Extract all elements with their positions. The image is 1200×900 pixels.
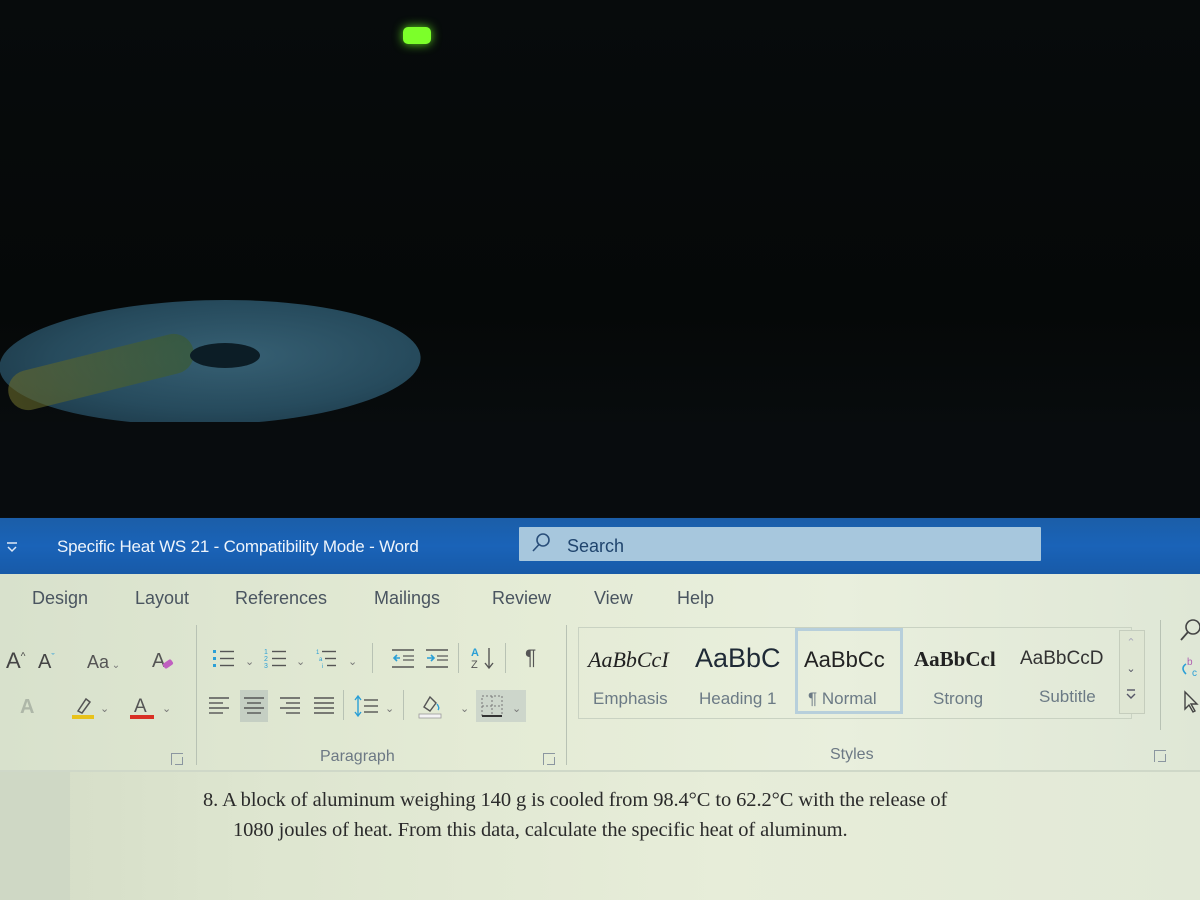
borders-icon[interactable] xyxy=(480,694,504,722)
svg-text:2: 2 xyxy=(264,656,268,663)
show-formatting-marks-icon[interactable]: ¶ xyxy=(525,647,536,668)
numbering-dropdown-icon[interactable]: ⌄ xyxy=(296,655,305,668)
increase-indent-icon[interactable] xyxy=(424,646,450,676)
svg-text:A: A xyxy=(471,647,479,659)
line-spacing-dropdown-icon[interactable]: ⌄ xyxy=(385,702,394,715)
style-name: Subtitle xyxy=(1039,687,1096,706)
tab-design[interactable]: Design xyxy=(32,588,88,609)
style-name: Heading 1 xyxy=(699,689,777,708)
shading-icon[interactable] xyxy=(418,693,444,723)
style-name: ¶ Normal xyxy=(808,689,877,708)
style-preview: AaBbCc xyxy=(804,647,885,672)
align-left-icon[interactable] xyxy=(208,694,230,722)
svg-text:1: 1 xyxy=(264,649,268,656)
document-line-2: 1080 joules of heat. From this data, cal… xyxy=(233,819,848,841)
tab-mailings[interactable]: Mailings xyxy=(374,588,440,609)
paragraph-dialog-launcher-icon[interactable] xyxy=(543,753,555,765)
text-effects-icon[interactable]: A xyxy=(20,697,34,717)
separator xyxy=(403,690,404,720)
align-center-icon[interactable] xyxy=(243,694,265,722)
replace-icon[interactable]: bc xyxy=(1178,656,1200,685)
document-title: Specific Heat WS 21 - Compatibility Mode… xyxy=(57,537,419,556)
font-color-dropdown-icon[interactable]: ⌄ xyxy=(162,702,171,715)
paragraph-group-label: Paragraph xyxy=(320,748,395,765)
multilevel-list-icon[interactable]: 1ai xyxy=(316,646,342,676)
separator xyxy=(372,643,373,673)
multilevel-dropdown-icon[interactable]: ⌄ xyxy=(348,655,357,668)
styles-group-label: Styles xyxy=(830,746,874,763)
webcam-led-indicator xyxy=(403,27,431,44)
document-line-1: 8. A block of aluminum weighing 140 g is… xyxy=(203,789,948,811)
font-dialog-launcher-icon[interactable] xyxy=(171,753,183,765)
change-case-button[interactable]: Aa ⌄ xyxy=(87,653,120,671)
styles-scroll-down-icon[interactable]: ⌄ xyxy=(1120,656,1142,682)
font-color-letter: A xyxy=(134,696,147,717)
svg-text:A: A xyxy=(152,650,166,672)
screen-top-edge xyxy=(0,422,1200,517)
bullets-icon[interactable] xyxy=(212,646,238,676)
group-separator xyxy=(566,625,567,765)
find-icon[interactable] xyxy=(1178,618,1200,649)
align-right-icon[interactable] xyxy=(279,694,301,722)
svg-text:c: c xyxy=(1192,668,1197,679)
styles-more-icon[interactable] xyxy=(1120,684,1142,710)
line-spacing-icon[interactable] xyxy=(354,694,380,722)
style-name: Emphasis xyxy=(593,689,668,708)
customize-quick-access-icon[interactable] xyxy=(5,540,19,554)
bullets-dropdown-icon[interactable]: ⌄ xyxy=(245,655,254,668)
borders-dropdown-icon[interactable]: ⌄ xyxy=(512,702,521,715)
highlight-color-icon[interactable] xyxy=(72,694,94,724)
style-preview: AaBbCcI xyxy=(588,647,669,672)
tab-review[interactable]: Review xyxy=(492,588,551,609)
grow-font-icon[interactable]: A^ xyxy=(6,650,25,672)
justify-icon[interactable] xyxy=(313,694,335,722)
search-icon xyxy=(530,532,552,554)
font-color-icon[interactable]: A xyxy=(130,693,154,725)
svg-text:a: a xyxy=(319,657,323,663)
style-preview: AaBbCcl xyxy=(914,647,996,671)
tab-help[interactable]: Help xyxy=(677,588,714,609)
highlight-dropdown-icon[interactable]: ⌄ xyxy=(100,702,109,715)
tab-layout[interactable]: Layout xyxy=(135,588,189,609)
svg-text:Z: Z xyxy=(471,659,478,671)
separator xyxy=(458,643,459,673)
styles-scroll-up-icon[interactable]: ⌃ xyxy=(1120,630,1142,656)
svg-text:1: 1 xyxy=(316,650,320,656)
decrease-indent-icon[interactable] xyxy=(390,646,416,676)
sort-icon[interactable]: AZ xyxy=(470,644,498,676)
select-icon[interactable] xyxy=(1182,690,1200,719)
disc-hole-reflection xyxy=(190,343,260,368)
group-separator xyxy=(196,625,197,765)
clear-formatting-icon[interactable]: A xyxy=(150,648,176,678)
separator xyxy=(343,690,344,720)
numbering-icon[interactable]: 123 xyxy=(264,646,290,676)
style-preview: AaBbCcD xyxy=(1020,648,1104,669)
separator xyxy=(505,643,506,673)
svg-text:3: 3 xyxy=(264,663,268,670)
group-separator xyxy=(1160,620,1161,730)
svg-text:b: b xyxy=(1187,657,1193,668)
document-margin xyxy=(0,772,70,900)
tab-references[interactable]: References xyxy=(235,588,327,609)
style-preview: AaBbC xyxy=(695,643,781,673)
styles-dialog-launcher-icon[interactable] xyxy=(1154,750,1166,762)
style-name: Strong xyxy=(933,689,984,708)
change-case-label: Aa xyxy=(87,652,110,672)
shrink-font-icon[interactable]: Aˇ xyxy=(38,652,55,672)
shading-dropdown-icon[interactable]: ⌄ xyxy=(460,702,469,715)
tab-view[interactable]: View xyxy=(594,588,633,609)
svg-text:i: i xyxy=(322,664,323,670)
search-placeholder: Search xyxy=(567,536,625,556)
